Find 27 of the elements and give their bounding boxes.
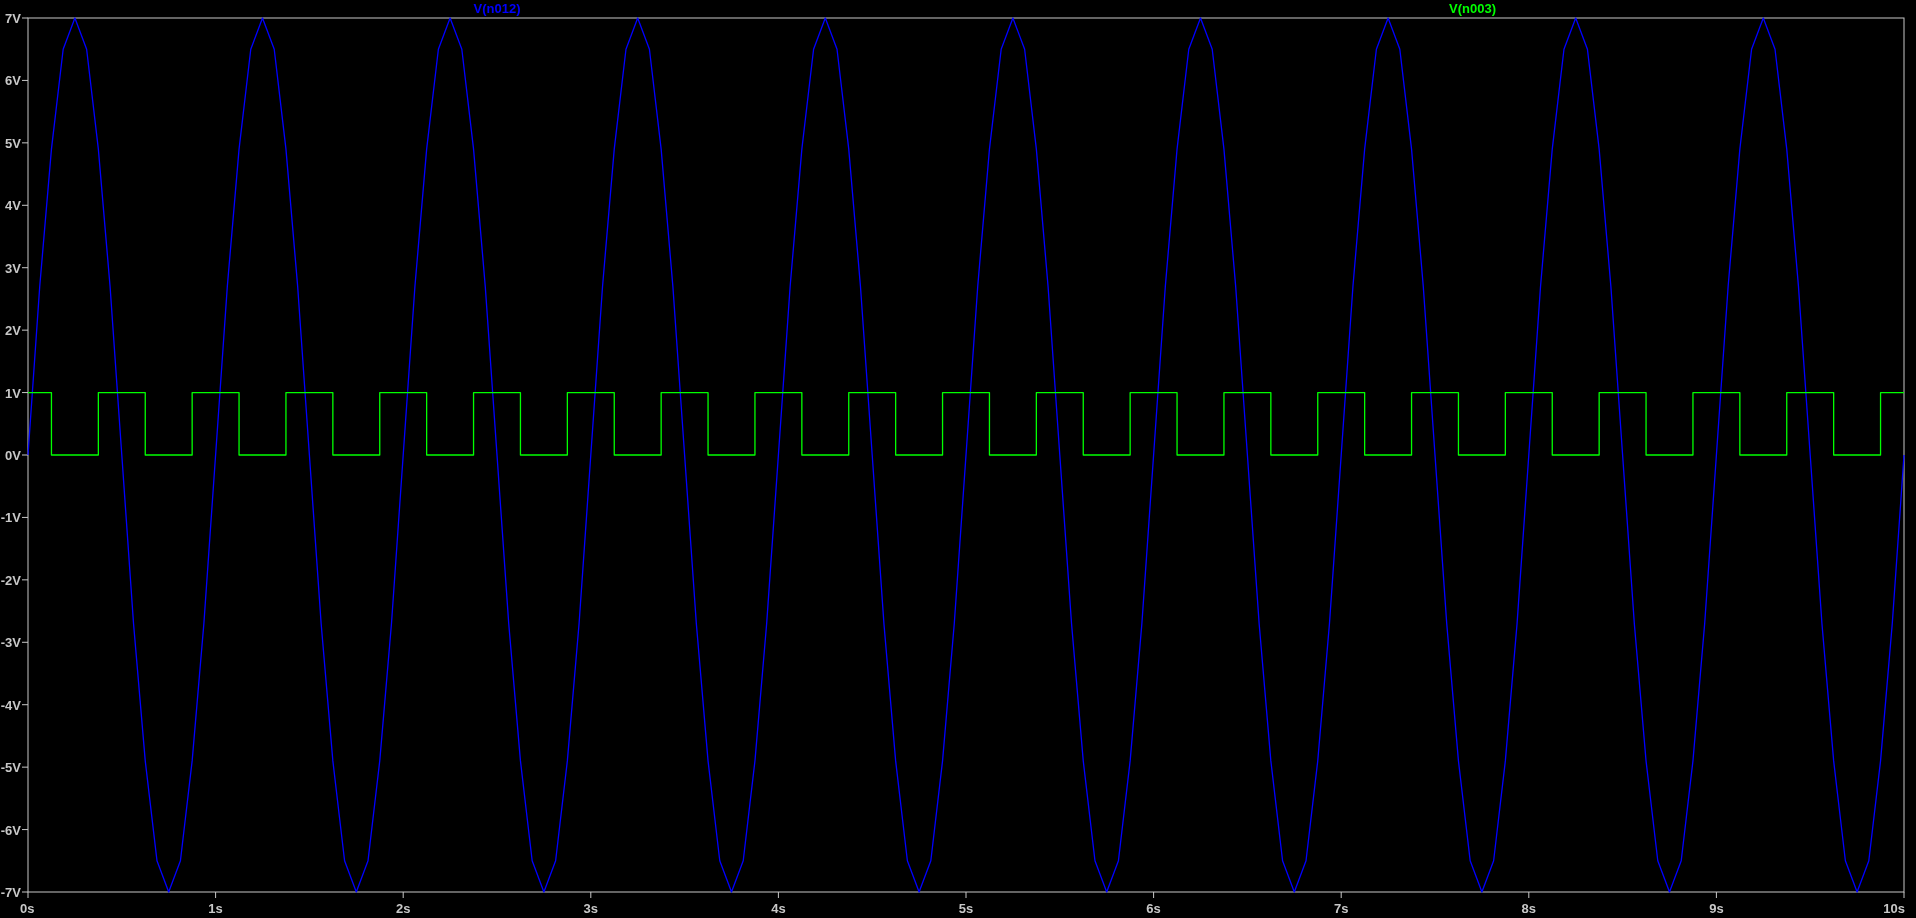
tick-label: 3s [583,901,599,916]
tick-label: -5V [0,760,21,776]
tick-label: 4V [5,198,21,214]
tick-label: 6s [1146,901,1161,916]
tick-label: 1V [5,385,21,401]
tick-label: 7V [5,11,21,26]
tick-label: 0s [20,901,35,916]
legend-label[interactable]: V(n003) [1449,1,1496,16]
tick-label: 5V [5,135,21,151]
tick-label: -3V [0,635,21,651]
tick-label: -4V [0,697,21,713]
tick-label: 7s [1333,901,1349,916]
tick-label: 5s [958,901,974,916]
tick-label: 1s [208,901,223,916]
tick-label: 0V [5,448,21,463]
tick-label: 2V [5,323,21,339]
tick-label: 8s [1521,901,1537,916]
tick-label: 10s [1883,901,1905,916]
tick-label: 9s [1709,901,1724,916]
tick-label: 3V [5,260,21,276]
tick-label: 6V [5,73,21,89]
tick-label: -7V [0,885,21,900]
tick-label: -1V [0,510,21,526]
tick-label: 2s [395,901,411,916]
tick-label: 4s [771,901,786,916]
tick-label: -6V [0,822,21,838]
tick-label: -2V [0,572,21,588]
